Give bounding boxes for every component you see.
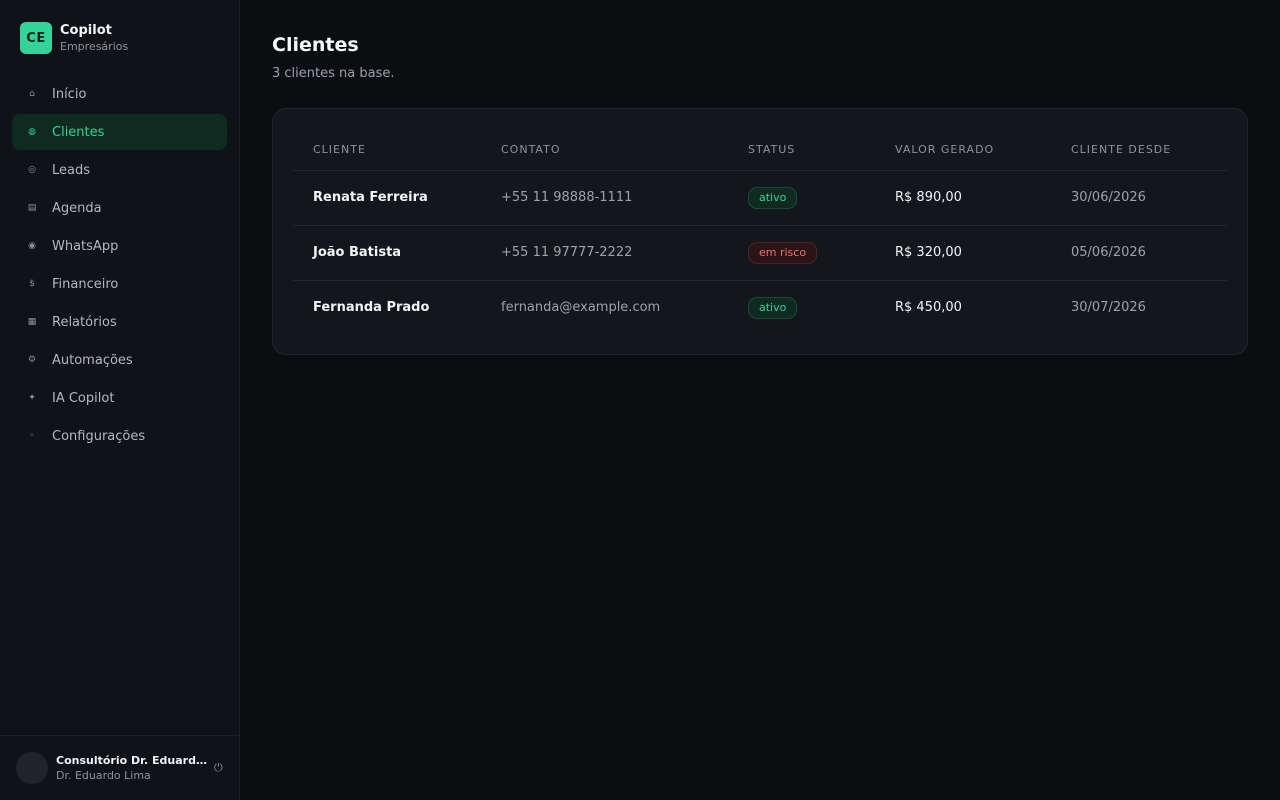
- sidebar-item-automacoes[interactable]: ⚙ Automações: [12, 342, 227, 378]
- column-header-status[interactable]: STATUS: [728, 129, 875, 171]
- sidebar-item-clientes[interactable]: ◍ Clientes: [12, 114, 227, 150]
- sidebar-item-label: Financeiro: [52, 276, 119, 292]
- sidebar-item-agenda[interactable]: ▤ Agenda: [12, 190, 227, 226]
- table-row[interactable]: João Batista +55 11 97777-2222 em risco …: [293, 225, 1227, 281]
- power-icon[interactable]: ⏻: [214, 761, 223, 775]
- brand-name: Copilot: [60, 22, 112, 38]
- sidebar-item-label: Início: [52, 86, 87, 102]
- home-icon: ⌂: [29, 89, 35, 99]
- sparkle-icon: ✦: [28, 393, 36, 403]
- brand-logo: CE: [20, 22, 52, 54]
- column-header-contato[interactable]: CONTATO: [481, 129, 728, 171]
- account-user: Dr. Eduardo Lima: [56, 769, 151, 782]
- account-panel: Consultório Dr. Eduardo Lima Dr. Eduardo…: [0, 735, 239, 800]
- sidebar: CE Copilot Empresários ⌂ Início ◍ Client…: [0, 0, 240, 800]
- column-header-desde[interactable]: CLIENTE DESDE: [1051, 129, 1227, 171]
- client-name: Renata Ferreira: [293, 170, 481, 226]
- sidebar-item-label: Configurações: [52, 428, 146, 444]
- client-contact: fernanda@example.com: [501, 300, 661, 316]
- status-badge: em risco: [748, 241, 818, 264]
- client-since: 30/06/2026: [1051, 170, 1227, 226]
- report-icon: ▦: [27, 317, 37, 327]
- page-title: Clientes: [272, 34, 359, 56]
- clients-table: CLIENTE CONTATO STATUS VALOR GERADO CLIE…: [293, 129, 1227, 335]
- client-value: R$ 320,00: [875, 225, 1051, 281]
- sidebar-item-label: Automações: [52, 352, 133, 368]
- column-header-valor[interactable]: VALOR GERADO: [875, 129, 1051, 171]
- avatar[interactable]: [16, 752, 48, 784]
- client-name: João Batista: [293, 225, 481, 281]
- sidebar-nav: ⌂ Início ◍ Clientes ◎ Leads ▤ Agenda ◉ W…: [12, 76, 227, 456]
- globe-icon: ◍: [28, 127, 36, 137]
- client-status-cell: em risco: [728, 225, 875, 281]
- client-contact: +55 11 97777-2222: [481, 225, 728, 281]
- sidebar-item-label: WhatsApp: [52, 238, 119, 254]
- sidebar-item-relatorios[interactable]: ▦ Relatórios: [12, 304, 227, 340]
- sidebar-item-label: Leads: [52, 162, 91, 178]
- client-value: R$ 450,00: [895, 300, 962, 316]
- page-subtitle: 3 clientes na base.: [272, 66, 395, 81]
- account-name: Consultório Dr. Eduardo Lima: [56, 754, 208, 767]
- main-content: Clientes 3 clientes na base. CLIENTE CON…: [240, 0, 1280, 800]
- sidebar-item-whatsapp[interactable]: ◉ WhatsApp: [12, 228, 227, 264]
- column-header-cliente[interactable]: CLIENTE: [293, 129, 481, 171]
- client-name: Fernanda Prado: [313, 300, 430, 316]
- client-since: 30/07/2026: [1071, 300, 1146, 316]
- table-row[interactable]: Renata Ferreira +55 11 98888-1111 ativo …: [293, 170, 1227, 226]
- sidebar-item-label: Relatórios: [52, 314, 117, 330]
- calendar-icon: ▤: [27, 203, 37, 213]
- dollar-icon: $: [29, 279, 35, 289]
- chat-icon: ◉: [28, 241, 36, 251]
- sidebar-item-financeiro[interactable]: $ Financeiro: [12, 266, 227, 302]
- sidebar-item-label: Clientes: [52, 124, 105, 140]
- target-icon: ◎: [28, 165, 36, 175]
- gear-icon: ⚙: [27, 355, 37, 365]
- clients-table-card: CLIENTE CONTATO STATUS VALOR GERADO CLIE…: [272, 108, 1248, 355]
- status-badge: ativo: [748, 296, 798, 319]
- sidebar-item-configuracoes[interactable]: ◦ Configurações: [12, 418, 227, 454]
- table-row[interactable]: Fernanda Prado fernanda@example.com ativ…: [293, 280, 1227, 335]
- client-status-cell: ativo: [728, 280, 875, 335]
- sidebar-item-label: IA Copilot: [52, 390, 115, 406]
- sidebar-item-inicio[interactable]: ⌂ Início: [12, 76, 227, 112]
- settings-icon: ◦: [29, 431, 35, 441]
- client-value: R$ 890,00: [875, 170, 1051, 226]
- sidebar-item-ia-copilot[interactable]: ✦ IA Copilot: [12, 380, 227, 416]
- status-badge: ativo: [748, 186, 798, 209]
- brand-text: Copilot Empresários: [60, 23, 128, 54]
- client-contact: +55 11 98888-1111: [481, 170, 728, 226]
- sidebar-item-leads[interactable]: ◎ Leads: [12, 152, 227, 188]
- brand-subtitle: Empresários: [60, 39, 129, 53]
- account-text: Consultório Dr. Eduardo Lima Dr. Eduardo…: [56, 753, 208, 783]
- table-header-row: CLIENTE CONTATO STATUS VALOR GERADO CLIE…: [293, 129, 1227, 171]
- brand[interactable]: CE Copilot Empresários: [20, 22, 128, 54]
- client-since: 05/06/2026: [1051, 225, 1227, 281]
- sidebar-item-label: Agenda: [52, 200, 102, 216]
- client-status-cell: ativo: [728, 170, 875, 226]
